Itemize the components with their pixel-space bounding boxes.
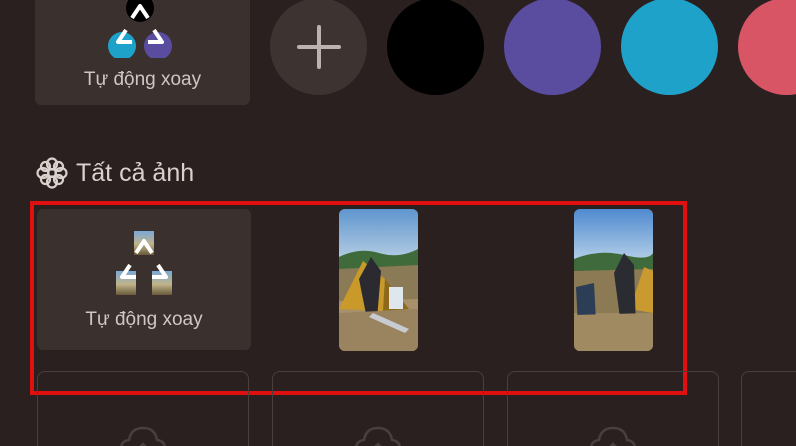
auto-rotate-tile-top[interactable]: Tự động xoay [35, 0, 250, 105]
swatch-cyan[interactable] [621, 0, 718, 95]
flower-icon [36, 157, 68, 189]
swatch-purple[interactable] [504, 0, 601, 95]
upload-slot[interactable] [272, 371, 484, 446]
swatch-red[interactable] [738, 0, 796, 95]
wallpaper-picker: Tự động xoay Tất cả ảnh Tự động xoay [0, 0, 796, 446]
upload-slot[interactable] [741, 371, 796, 446]
all-photos-header: Tất cả ảnh [36, 156, 194, 190]
recycle-icon [108, 0, 172, 58]
plus-icon [296, 24, 341, 69]
swatch-black[interactable] [387, 0, 484, 95]
cloud-upload-icon [355, 426, 401, 446]
section-title: Tất cả ảnh [76, 158, 195, 187]
upload-slot[interactable] [507, 371, 719, 446]
cloud-upload-icon [120, 426, 166, 446]
upload-slot[interactable] [37, 371, 249, 446]
add-color-button[interactable] [270, 0, 367, 95]
auto-rotate-label: Tự động xoay [83, 69, 202, 90]
cloud-upload-icon [590, 426, 636, 446]
selection-highlight [30, 201, 687, 395]
